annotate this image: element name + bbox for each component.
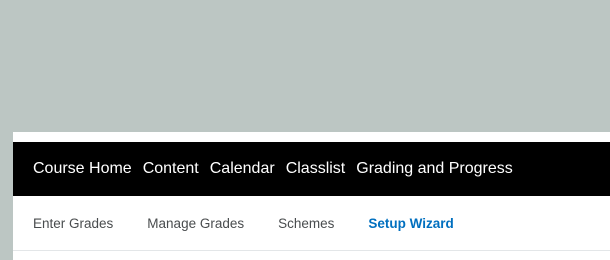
course-panel: Course Home Content Calendar Classlist G… [13, 132, 610, 260]
tab-manage-grades[interactable]: Manage Grades [147, 216, 244, 231]
grades-subnav: Enter Grades Manage Grades Schemes Setup… [13, 196, 610, 250]
tab-enter-grades[interactable]: Enter Grades [33, 216, 113, 231]
nav-item-calendar[interactable]: Calendar [210, 160, 275, 178]
nav-item-content[interactable]: Content [143, 160, 199, 178]
nav-item-grading-and-progress[interactable]: Grading and Progress [356, 160, 513, 178]
tab-setup-wizard[interactable]: Setup Wizard [368, 216, 453, 231]
nav-item-course-home[interactable]: Course Home [33, 160, 132, 178]
tab-schemes[interactable]: Schemes [278, 216, 334, 231]
course-navbar: Course Home Content Calendar Classlist G… [13, 142, 610, 196]
nav-item-classlist[interactable]: Classlist [286, 160, 346, 178]
subnav-divider [13, 250, 610, 251]
page: Course Home Content Calendar Classlist G… [0, 0, 610, 260]
